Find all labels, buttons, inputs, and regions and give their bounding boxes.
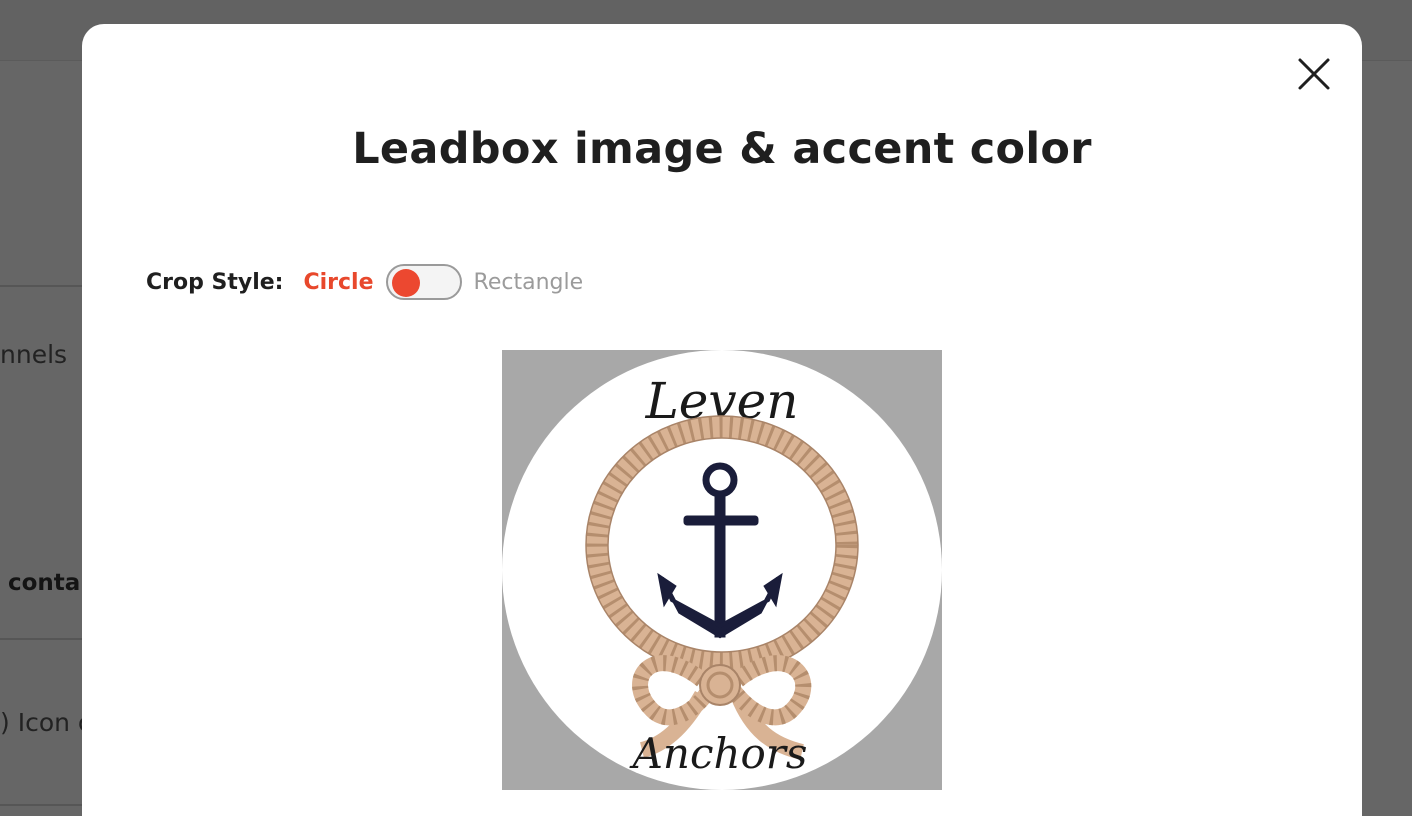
close-icon[interactable] (1294, 54, 1334, 94)
close-button[interactable] (1294, 54, 1334, 94)
crop-style-row: Crop Style: Circle Rectangle (146, 262, 583, 302)
anchor-icon (657, 462, 783, 639)
leadbox-image-modal: Leadbox image & accent color Crop Style:… (82, 24, 1362, 816)
crop-option-circle[interactable]: Circle (303, 270, 373, 295)
crop-style-label: Crop Style: (146, 269, 284, 295)
crop-option-rectangle[interactable]: Rectangle (474, 270, 584, 295)
circle-crop-preview[interactable]: Leven Anchors (502, 350, 942, 790)
leven-anchors-logo: Leven Anchors (585, 372, 859, 778)
crop-style-toggle[interactable] (385, 264, 462, 300)
image-crop-area[interactable]: Leven Anchors (502, 350, 942, 790)
modal-title: Leadbox image & accent color (352, 124, 1092, 174)
rope-knot (699, 664, 741, 706)
logo-bottom-text: Anchors (629, 729, 808, 778)
toggle-knob (391, 269, 420, 297)
